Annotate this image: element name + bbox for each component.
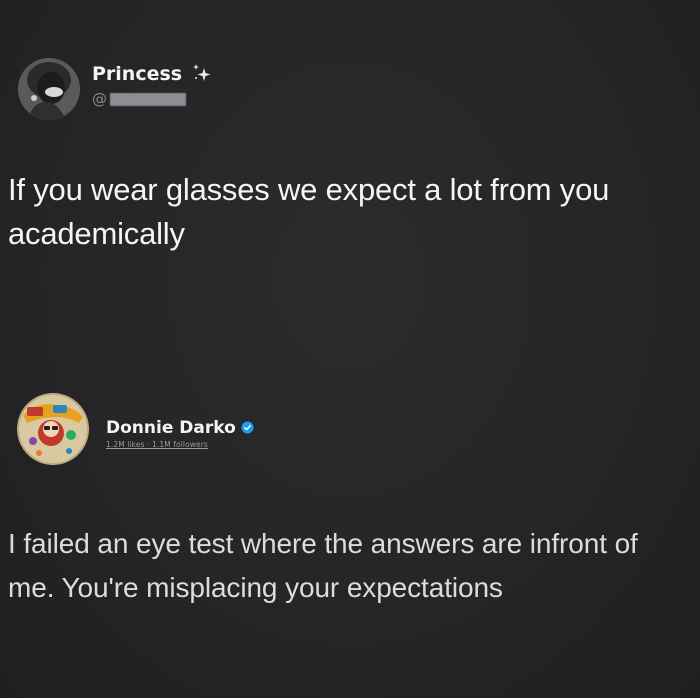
handle-at-sign: @ [92,90,107,108]
post1-display-name[interactable]: Princess [92,63,182,85]
post1-name-block: Princess @ [92,62,214,108]
post1-handle[interactable]: @ [92,90,214,108]
post1-author-header: Princess @ [18,56,214,122]
post1-body-text: If you wear glasses we expect a lot from… [8,172,610,251]
post2-name-block: Donnie Darko 1.2M likes · 1.1M followers [106,418,254,449]
handle-redaction-bar [110,92,186,106]
post2-display-name[interactable]: Donnie Darko [106,418,236,438]
verified-icon [241,421,254,434]
avatar-photo-icon [18,58,80,120]
avatar-cartoon-icon [17,393,89,465]
post2-avatar[interactable] [17,393,89,465]
post2-author-header: Donnie Darko 1.2M likes · 1.1M followers [17,393,254,465]
screenshot-frame: Princess @ If you wear glasses we expect… [0,0,700,698]
post2-stats: 1.2M likes · 1.1M followers [106,439,208,449]
sparkle-icon [193,64,211,81]
post2-body-text: I failed an eye test where the answers a… [8,528,638,603]
post1-avatar[interactable] [18,58,80,120]
